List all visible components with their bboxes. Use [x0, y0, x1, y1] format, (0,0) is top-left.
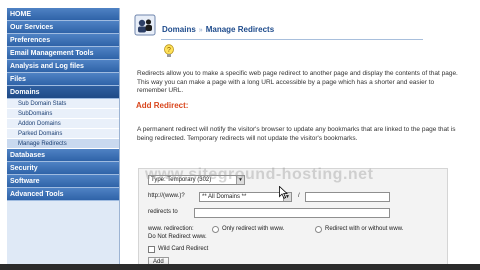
nav-our-services[interactable]: Our Services	[7, 21, 119, 34]
option-do-not-redirect-www-label: Do Not Redirect www.	[148, 234, 207, 240]
subnav-sub-domain-stats[interactable]: Sub Domain Stats	[7, 99, 119, 109]
wildcard-checkbox[interactable]	[148, 246, 155, 253]
redirect-target-input[interactable]	[194, 208, 390, 218]
breadcrumb-section[interactable]: Domains	[162, 25, 196, 34]
subnav-parked-domains[interactable]: Parked Domains	[7, 129, 119, 139]
nav-domains[interactable]: Domains	[7, 86, 119, 99]
domains-icon	[134, 14, 156, 36]
domain-select-value: ** All Domains **	[202, 194, 247, 200]
www-redirection-label: www. redirection:	[148, 226, 194, 232]
nav-software[interactable]: Software	[7, 175, 119, 188]
breadcrumb-separator: »	[198, 27, 203, 34]
intro-text: Redirects allow you to make a specific w…	[137, 70, 458, 94]
main-content: Domains» Manage Redirects ? Redirects all…	[131, 8, 470, 270]
nav-home[interactable]: HOME	[7, 8, 119, 21]
help-icon[interactable]: ?	[163, 44, 175, 59]
breadcrumb-page: Manage Redirects	[205, 25, 275, 34]
add-redirect-title: Add Redirect:	[136, 101, 189, 110]
left-navigation: HOME Our Services Preferences Email Mana…	[7, 8, 120, 270]
add-redirect-description: A permanent redirect will notify the vis…	[137, 126, 456, 142]
page-title: Domains» Manage Redirects	[162, 25, 274, 34]
subnav-manage-redirects[interactable]: Manage Redirects	[7, 139, 119, 149]
path-separator: /	[298, 193, 300, 199]
nav-security[interactable]: Security	[7, 162, 119, 175]
header-divider	[161, 39, 423, 40]
nav-databases[interactable]: Databases	[7, 149, 119, 162]
nav-analysis-log-files[interactable]: Analysis and Log files	[7, 60, 119, 73]
nav-advanced-tools[interactable]: Advanced Tools	[7, 188, 119, 201]
subnav-subdomains[interactable]: SubDomains	[7, 109, 119, 119]
nav-email-management-tools[interactable]: Email Management Tools	[7, 47, 119, 60]
nav-files[interactable]: Files	[7, 73, 119, 86]
mouse-cursor-icon	[279, 186, 288, 199]
watermark: www.siteground-hosting.net	[145, 166, 374, 183]
nav-preferences[interactable]: Preferences	[7, 34, 119, 47]
radio-with-or-without-www[interactable]	[315, 226, 322, 233]
page-header: Domains» Manage Redirects	[131, 12, 470, 40]
option-only-with-www-label: Only redirect with www.	[222, 226, 285, 232]
video-progress-bar	[0, 264, 480, 270]
subnav-addon-domains[interactable]: Addon Domains	[7, 119, 119, 129]
option-with-or-without-www-label: Redirect with or without www.	[325, 226, 404, 232]
redirects-to-label: redirects to	[148, 209, 178, 215]
protocol-label: http://(www.)?	[148, 193, 185, 199]
wildcard-label: Wild Card Redirect	[158, 246, 209, 252]
svg-text:?: ?	[167, 47, 171, 54]
redirect-path-input[interactable]	[305, 192, 390, 202]
radio-only-with-www[interactable]	[212, 226, 219, 233]
